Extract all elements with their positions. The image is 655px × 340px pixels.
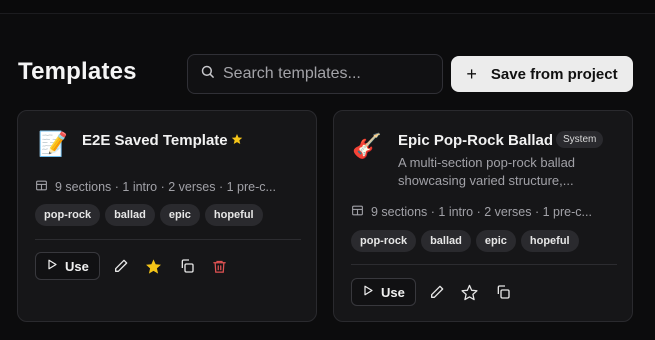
use-label: Use xyxy=(65,258,89,274)
template-meta-text: 9 sections · 1 intro · 2 verses · 1 pre-… xyxy=(371,205,592,219)
tag: pop-rock xyxy=(351,230,417,252)
template-meta-text: 9 sections · 1 intro · 2 verses · 1 pre-… xyxy=(55,180,276,194)
card-actions: Use xyxy=(351,278,515,306)
template-title: E2E Saved Template xyxy=(82,132,228,149)
play-icon xyxy=(362,284,374,300)
card-actions: Use xyxy=(35,252,232,280)
template-title: Epic Pop-Rock Ballad xyxy=(398,132,554,149)
template-card[interactable]: 🎸 Epic Pop-Rock Ballad System A multi-se… xyxy=(333,110,633,322)
edit-icon[interactable] xyxy=(425,280,449,304)
divider xyxy=(351,264,617,265)
tag-list: pop-rock ballad epic hopeful xyxy=(351,230,579,252)
tag: pop-rock xyxy=(35,204,101,226)
edit-icon[interactable] xyxy=(109,254,133,278)
plus-icon: + xyxy=(466,64,477,84)
search-icon xyxy=(200,64,215,84)
sections-icon xyxy=(35,179,48,195)
guitar-icon: 🎸 xyxy=(352,133,382,160)
tag: hopeful xyxy=(204,204,263,226)
trash-icon[interactable] xyxy=(208,254,232,278)
tag: ballad xyxy=(421,230,471,252)
search-input[interactable] xyxy=(223,65,433,83)
tag: ballad xyxy=(105,204,155,226)
tag: epic xyxy=(475,230,516,252)
tag: epic xyxy=(159,204,200,226)
save-from-project-label: Save from project xyxy=(490,65,618,83)
star-filled-icon[interactable] xyxy=(142,254,166,278)
tag: hopeful xyxy=(520,230,579,252)
template-meta: 9 sections · 1 intro · 2 verses · 1 pre-… xyxy=(35,179,276,195)
star-outline-icon[interactable] xyxy=(458,280,482,304)
copy-icon[interactable] xyxy=(175,254,199,278)
memo-icon: 📝 xyxy=(38,131,68,158)
template-card[interactable]: 📝 E2E Saved Template 9 sections · 1 intr… xyxy=(17,110,317,322)
save-from-project-button[interactable]: + Save from project xyxy=(451,56,633,92)
template-meta: 9 sections · 1 intro · 2 verses · 1 pre-… xyxy=(351,204,592,220)
template-description: A multi-section pop-rock ballad showcasi… xyxy=(398,155,576,188)
divider xyxy=(35,239,301,240)
search-box[interactable] xyxy=(187,54,443,94)
top-bar xyxy=(0,0,655,14)
use-button[interactable]: Use xyxy=(351,278,416,306)
use-button[interactable]: Use xyxy=(35,252,100,280)
copy-icon[interactable] xyxy=(491,280,515,304)
favorite-star-icon xyxy=(231,132,243,150)
sections-icon xyxy=(351,204,364,220)
page-title: Templates xyxy=(18,58,137,85)
system-badge: System xyxy=(556,131,604,148)
tag-list: pop-rock ballad epic hopeful xyxy=(35,204,263,226)
play-icon xyxy=(46,258,58,274)
use-label: Use xyxy=(381,284,405,300)
